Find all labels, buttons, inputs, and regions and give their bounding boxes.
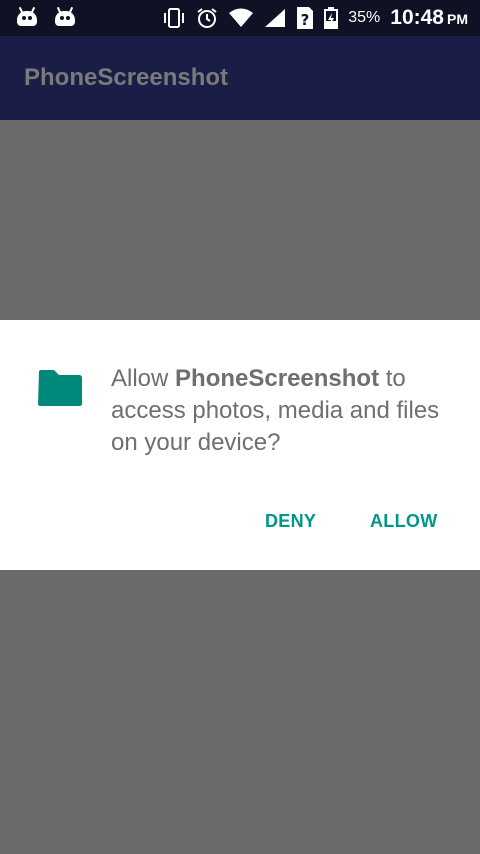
permission-dialog: Allow PhoneScreenshot to access photos, … bbox=[0, 320, 480, 570]
no-sim-icon: ? bbox=[296, 6, 314, 30]
app-title: PhoneScreenshot bbox=[24, 64, 229, 91]
clock-time: 10:48 bbox=[390, 6, 444, 29]
status-indicators: ? 35% 10:48 PM bbox=[162, 0, 468, 36]
svg-text:?: ? bbox=[301, 11, 310, 29]
clock-ampm: PM bbox=[447, 11, 468, 27]
status-bar: ? 35% 10:48 PM bbox=[0, 0, 480, 36]
permission-message: Allow PhoneScreenshot to access photos, … bbox=[111, 363, 451, 459]
battery-percent: 35% bbox=[348, 9, 381, 26]
folder-icon bbox=[36, 368, 84, 408]
clock: 10:48 PM bbox=[390, 6, 468, 30]
app-name: PhoneScreenshot bbox=[175, 365, 380, 392]
signal-icon bbox=[264, 8, 286, 28]
dialog-scrim[interactable] bbox=[0, 120, 480, 320]
wifi-icon bbox=[228, 8, 254, 28]
alarm-icon bbox=[196, 7, 218, 29]
notification-icons bbox=[16, 6, 76, 27]
deny-button[interactable]: DENY bbox=[265, 511, 316, 532]
vibrate-icon bbox=[162, 8, 186, 28]
message-prefix: Allow bbox=[111, 365, 176, 392]
android-notification-icon bbox=[54, 6, 76, 27]
allow-button[interactable]: ALLOW bbox=[370, 511, 437, 532]
android-notification-icon bbox=[16, 6, 38, 27]
app-toolbar: PhoneScreenshot bbox=[0, 36, 480, 120]
battery-charging-icon bbox=[324, 7, 339, 29]
